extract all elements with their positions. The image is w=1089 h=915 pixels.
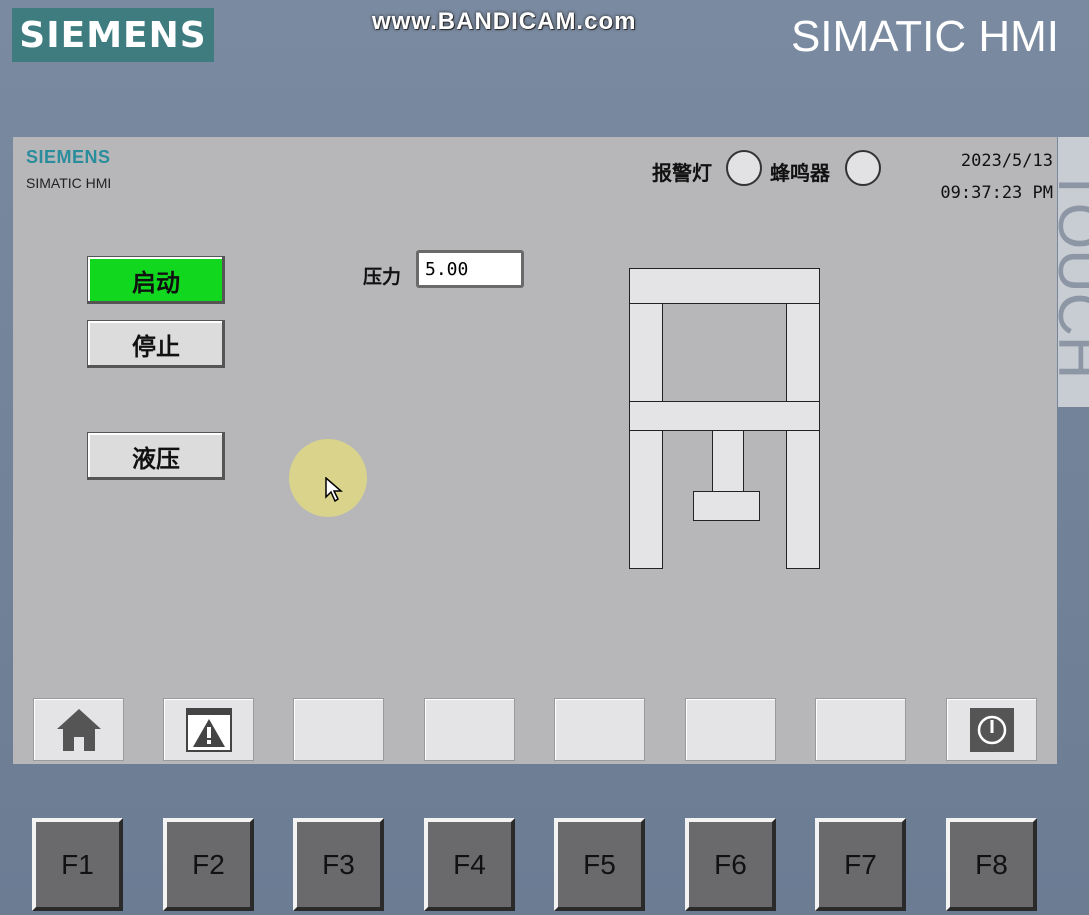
press-left-lower-column [629, 430, 663, 569]
hmi-screen: SIEMENS SIMATIC HMI 报警灯 蜂鸣器 2023/5/13 09… [13, 137, 1057, 764]
softkey-home[interactable] [33, 698, 124, 761]
softkey-power[interactable] [946, 698, 1037, 761]
softkey-3[interactable] [293, 698, 384, 761]
screen-siemens-logo: SIEMENS [26, 147, 111, 167]
buzzer-label: 蜂鸣器 [770, 161, 830, 185]
datetime-display: 2023/5/13 09:37:23 PM [940, 145, 1053, 209]
device-product-title: SIMATIC HMI [790, 12, 1059, 61]
press-right-upper-column [786, 303, 820, 402]
softkey-6[interactable] [685, 698, 776, 761]
softkey-alarm[interactable] [163, 698, 254, 761]
hydraulic-button[interactable]: 液压 [87, 432, 225, 480]
press-middle-beam [629, 401, 820, 431]
siemens-brand-logo: SIEMENS [12, 8, 214, 62]
alarm-warning-icon [185, 707, 232, 752]
press-piston-rod [712, 430, 744, 492]
function-key-f6[interactable]: F6 [685, 818, 776, 911]
alarm-lamp-label: 报警灯 [652, 161, 712, 185]
start-button[interactable]: 启动 [87, 256, 225, 304]
buzzer-indicator [845, 150, 881, 186]
pressure-input[interactable]: 5.00 [416, 250, 524, 288]
power-icon [969, 707, 1014, 752]
softkey-5[interactable] [554, 698, 645, 761]
softkey-4[interactable] [424, 698, 515, 761]
pressure-label: 压力 [363, 266, 402, 288]
touch-side-label: TOUCH [1058, 137, 1089, 407]
mouse-pointer-icon [325, 477, 343, 503]
function-key-f2[interactable]: F2 [163, 818, 254, 911]
time-display: 09:37:23 PM [940, 183, 1053, 203]
date-display: 2023/5/13 [960, 151, 1053, 171]
press-right-lower-column [786, 430, 820, 569]
recording-watermark: www.BANDICAM.com [372, 8, 637, 35]
function-key-f3[interactable]: F3 [293, 818, 384, 911]
stop-button[interactable]: 停止 [87, 320, 225, 368]
press-top-beam [629, 268, 820, 304]
home-icon [56, 708, 101, 751]
function-key-f7[interactable]: F7 [815, 818, 906, 911]
press-left-upper-column [629, 303, 663, 402]
alarm-lamp-indicator [726, 150, 762, 186]
press-ram-head [693, 491, 760, 521]
function-key-f4[interactable]: F4 [424, 818, 515, 911]
function-key-f5[interactable]: F5 [554, 818, 645, 911]
function-key-f8[interactable]: F8 [946, 818, 1037, 911]
softkey-7[interactable] [815, 698, 906, 761]
screen-subtitle: SIMATIC HMI [26, 175, 112, 191]
hmi-device-bezel: SIEMENS www.BANDICAM.com SIMATIC HMI TOU… [0, 0, 1089, 915]
function-key-f1[interactable]: F1 [32, 818, 123, 911]
